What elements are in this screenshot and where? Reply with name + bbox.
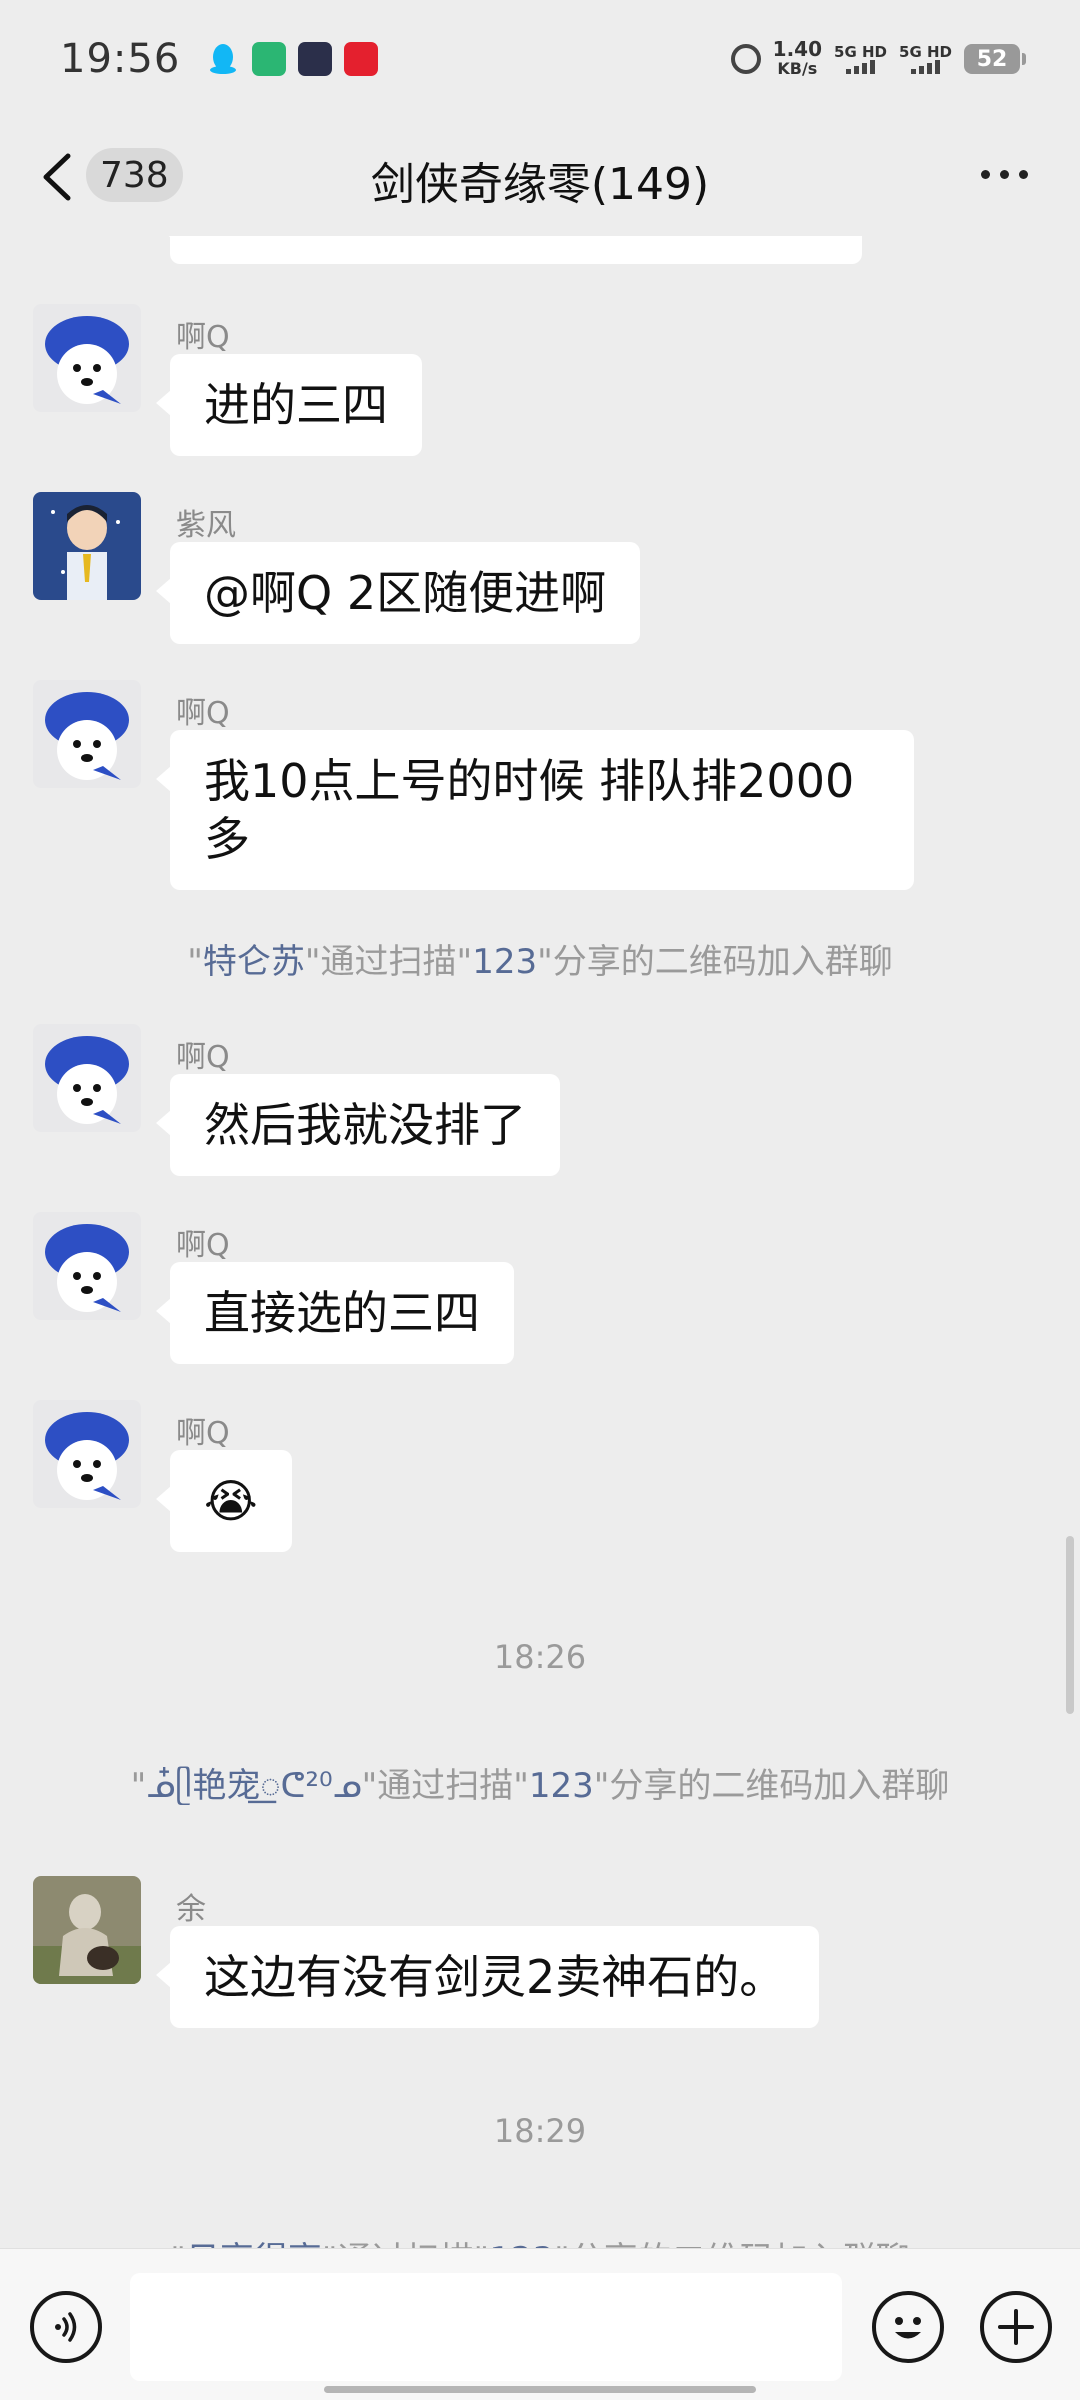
system-notice: "特仑苏"通过扫描"123"分享的二维码加入群聊: [187, 942, 893, 982]
sender-name: 啊Q: [176, 1040, 230, 1075]
emoji-message-bubble[interactable]: 😭: [156, 1450, 292, 1552]
message-bubble[interactable]: 直接选的三四: [156, 1262, 514, 1364]
input-bar: [0, 2248, 1080, 2400]
sender-name: 啊Q: [176, 1228, 230, 1263]
sender-name: 余: [176, 1892, 206, 1927]
battery-indicator: 52: [964, 44, 1026, 74]
system-notice: "日享得享"通过扫描"123"分享的二维码加入群聊: [0, 2232, 1080, 2248]
dog-hat-avatar[interactable]: [33, 680, 141, 788]
message-list[interactable]: 啊Q 进的三四 紫风 @啊Q 2区随便进啊 啊Q 我10点上号的时候 排队排20…: [0, 236, 1080, 2248]
tmall-app-icon: [344, 42, 379, 76]
joined-member-name[interactable]: 特仑苏: [203, 942, 305, 982]
chat-title: 剑侠奇缘零(149): [370, 159, 710, 210]
scrollbar[interactable]: [1066, 1536, 1074, 1714]
message-input[interactable]: [130, 2273, 842, 2381]
home-indicator[interactable]: [324, 2386, 756, 2393]
status-bar: 19:56 1.40 KB/s 5G HD 5G HD 52: [0, 0, 1080, 118]
message-bubble[interactable]: 进的三四: [156, 354, 422, 456]
dog-hat-avatar[interactable]: [33, 1024, 141, 1132]
timestamp: 18:29: [493, 2112, 587, 2150]
player-app-icon: [298, 42, 333, 76]
plus-icon[interactable]: [980, 2291, 1052, 2363]
message-bubble[interactable]: 然后我就没排了: [156, 1074, 560, 1176]
emoji-icon[interactable]: [872, 2291, 944, 2363]
sharer-name[interactable]: 123: [489, 2240, 554, 2248]
dog-hat-avatar[interactable]: [33, 304, 141, 412]
voice-icon[interactable]: [30, 2291, 102, 2363]
system-notice: "ᓄ໋ᥫ艳宠꯭ᕦ²⁰ᓄ"通过扫描"123"分享的二维码加入群聊: [130, 1766, 950, 1806]
status-time: 19:56: [60, 36, 181, 82]
dog-hat-avatar[interactable]: [33, 1212, 141, 1320]
message-bubble[interactable]: 我10点上号的时候 排队排2000多: [156, 730, 914, 890]
anime-boy-avatar[interactable]: [33, 492, 141, 600]
sender-name: 啊Q: [176, 696, 230, 731]
message-bubble[interactable]: 这边有没有剑灵2卖神石的。: [155, 1926, 820, 2028]
qq-icon: [206, 42, 240, 76]
partial-message-bubble[interactable]: [156, 236, 862, 264]
sharer-name[interactable]: 123: [529, 1766, 594, 1806]
joined-member-name[interactable]: 日享得享: [186, 2240, 322, 2248]
sim1-signal: 5G HD: [834, 44, 887, 74]
person-with-dog-avatar[interactable]: [33, 1876, 141, 1984]
chat-header: 738 剑侠奇缘零(149): [0, 118, 1080, 236]
sender-name: 紫风: [176, 508, 236, 543]
joined-member-name[interactable]: ᓄ໋ᥫ艳宠꯭ᕦ²⁰ᓄ: [146, 1766, 361, 1806]
sharer-name[interactable]: 123: [472, 942, 537, 982]
more-dots-icon[interactable]: [981, 170, 1028, 179]
sender-name: 啊Q: [176, 1416, 230, 1451]
message-bubble[interactable]: @啊Q 2区随便进啊: [155, 542, 641, 644]
home-app-icon: [252, 42, 287, 76]
sim2-signal: 5G HD: [899, 44, 952, 74]
network-speed: 1.40 KB/s: [772, 37, 823, 78]
dog-hat-avatar[interactable]: [33, 1400, 141, 1508]
sender-name: 啊Q: [176, 320, 230, 355]
timestamp: 18:26: [493, 1638, 587, 1676]
alarm-icon: [730, 44, 761, 74]
